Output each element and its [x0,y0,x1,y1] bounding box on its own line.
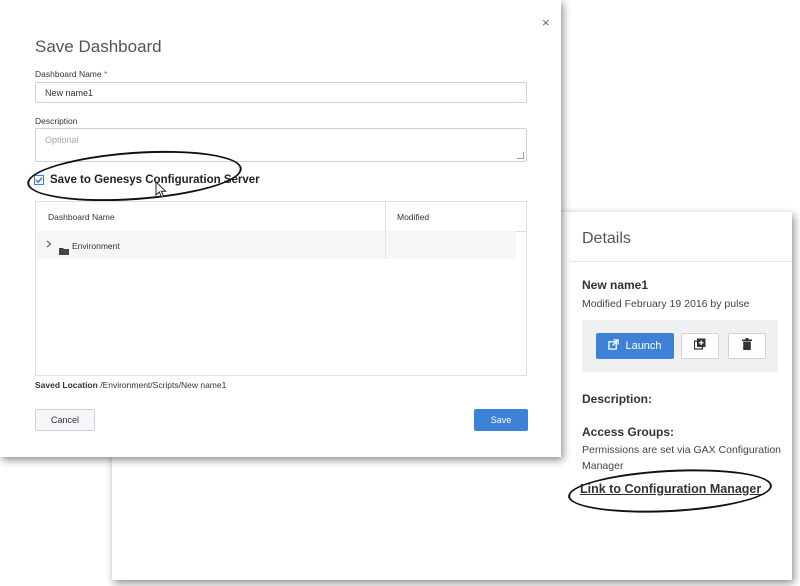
save-to-config-server-checkbox[interactable] [34,175,44,185]
table-header: Dashboard Name Modified [36,202,526,232]
column-divider [385,231,386,259]
saved-location-value: /Environment/Scripts/New name1 [100,380,227,390]
details-panel: Details New name1 Modified February 19 2… [567,212,792,580]
folder-tree-table: Dashboard Name Modified Environment [35,201,527,376]
add-copy-icon [693,337,706,355]
trash-icon [742,337,752,355]
saved-location: Saved Location /Environment/Scripts/New … [35,380,226,390]
column-header-dashboard-name[interactable]: Dashboard Name [48,212,115,222]
dashboard-name-label: Dashboard Name * [35,69,107,79]
external-link-icon [608,339,620,353]
divider [570,261,792,262]
launch-label: Launch [625,340,662,352]
saved-location-label: Saved Location [35,380,98,390]
column-divider [385,202,386,231]
dashboard-name-input[interactable]: New name1 [35,82,527,103]
cancel-button[interactable]: Cancel [35,409,95,431]
save-dashboard-dialog: × Save Dashboard Dashboard Name * New na… [0,0,561,457]
description-heading: Description: [582,392,653,406]
description-label: Description [35,116,78,126]
resize-handle-icon[interactable] [517,152,524,159]
launch-button[interactable]: Launch [596,333,674,359]
action-bar: Launch [582,320,778,372]
chevron-right-icon[interactable] [46,240,52,250]
dashboard-name: New name1 [582,278,649,292]
delete-button[interactable] [728,333,766,359]
required-mark: * [104,69,108,79]
description-textarea[interactable]: Optional [35,128,527,162]
folder-icon [59,242,69,260]
save-to-config-server-label: Save to Genesys Configuration Server [50,174,260,186]
modified-info: Modified February 19 2016 by pulse [582,298,750,310]
table-row[interactable]: Environment [36,231,516,259]
row-name: Environment [72,241,120,251]
configuration-manager-link[interactable]: Link to Configuration Manager [580,482,761,496]
description-placeholder: Optional [45,135,79,145]
save-button[interactable]: Save [474,409,528,431]
copy-button[interactable] [681,333,719,359]
checkmark-icon [35,177,43,184]
access-groups-text: Permissions are set via GAX Configuratio… [582,444,782,472]
details-title: Details [582,230,631,247]
close-icon[interactable]: × [542,15,550,30]
dashboard-name-label-text: Dashboard Name [35,69,102,79]
access-groups-heading: Access Groups: [582,425,675,439]
dialog-title: Save Dashboard [35,37,162,56]
column-header-modified[interactable]: Modified [397,212,429,222]
save-to-config-server-option[interactable]: Save to Genesys Configuration Server [34,174,260,186]
